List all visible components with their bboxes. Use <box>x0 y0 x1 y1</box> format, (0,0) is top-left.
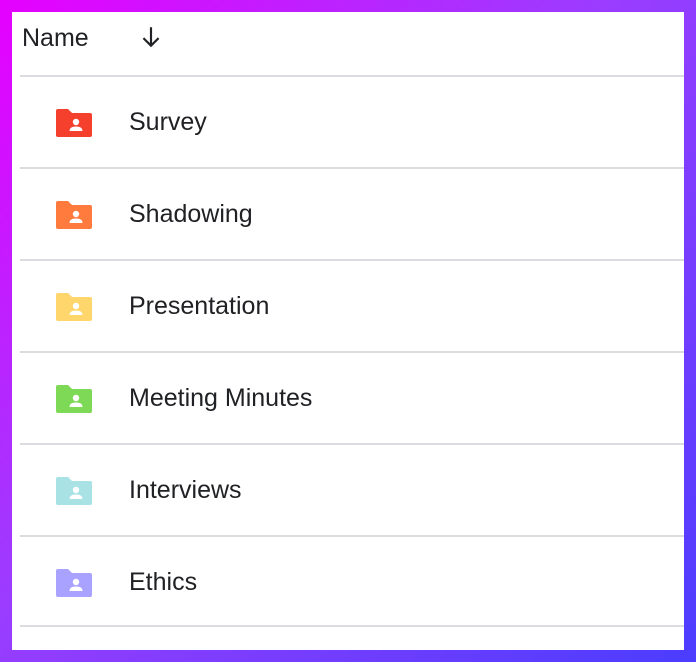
file-list-panel: Name Survey Shadowing Presentation Meeti… <box>12 12 684 650</box>
folder-name: Ethics <box>129 568 198 596</box>
shared-folder-icon <box>56 477 92 505</box>
folder-row-survey[interactable]: Survey <box>20 75 684 167</box>
shared-folder-icon <box>56 109 92 137</box>
folder-row-shadowing[interactable]: Shadowing <box>20 167 684 259</box>
arrow-down-icon <box>142 27 160 48</box>
folder-name: Shadowing <box>129 200 253 228</box>
shared-folder-icon <box>56 293 92 321</box>
folder-name: Interviews <box>129 476 242 504</box>
folder-row-interviews[interactable]: Interviews <box>20 443 684 535</box>
shared-folder-icon <box>56 569 92 597</box>
sort-direction-button[interactable] <box>134 20 168 54</box>
folder-row-ethics[interactable]: Ethics <box>20 535 684 627</box>
folder-row-meeting-minutes[interactable]: Meeting Minutes <box>20 351 684 443</box>
folder-list: Survey Shadowing Presentation Meeting Mi… <box>20 75 684 627</box>
shared-folder-icon <box>56 385 92 413</box>
name-column-header[interactable]: Name <box>22 24 89 53</box>
list-header: Name <box>12 12 684 72</box>
folder-name: Presentation <box>129 292 270 320</box>
shared-folder-icon <box>56 201 92 229</box>
folder-row-presentation[interactable]: Presentation <box>20 259 684 351</box>
folder-name: Survey <box>129 108 207 136</box>
folder-name: Meeting Minutes <box>129 384 313 412</box>
